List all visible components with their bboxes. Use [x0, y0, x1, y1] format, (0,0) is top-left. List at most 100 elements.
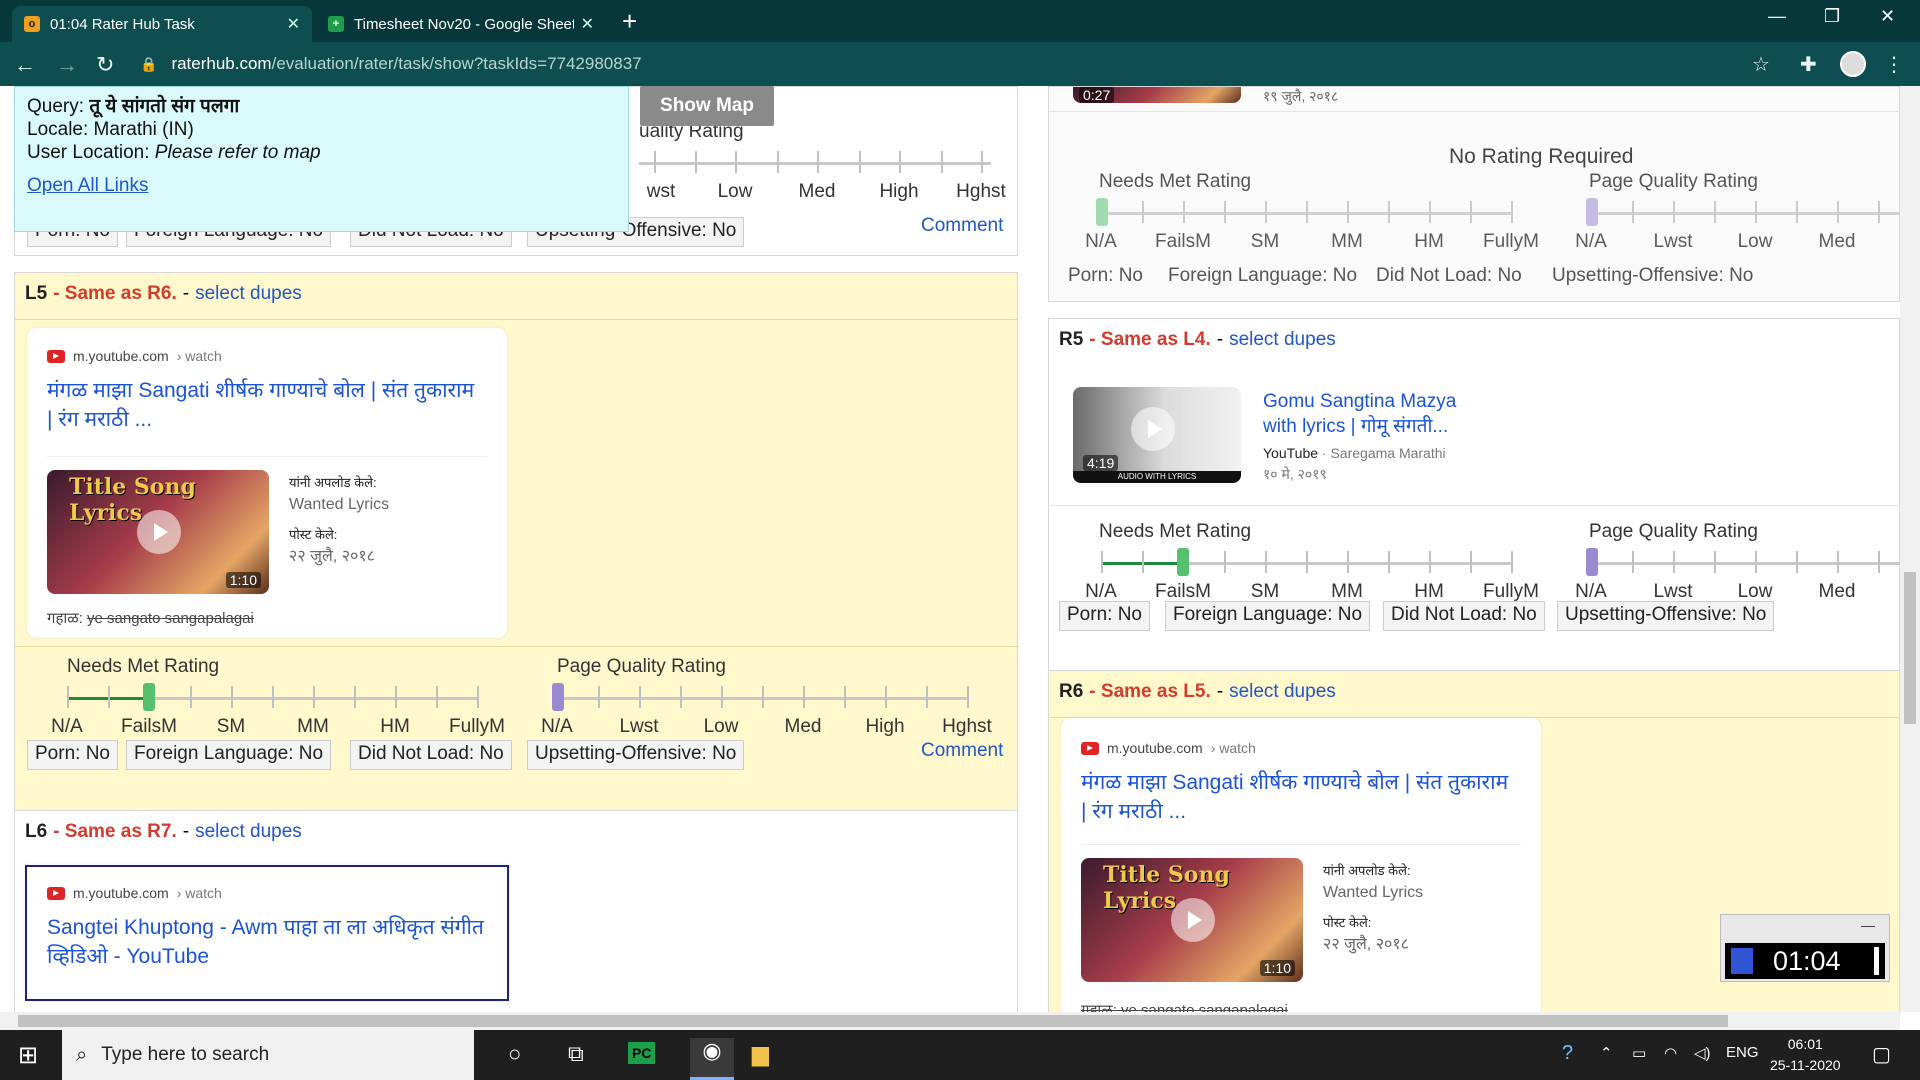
close-tab-icon[interactable]: ✕: [581, 14, 594, 34]
language-indicator[interactable]: ENG: [1726, 1044, 1759, 1061]
file-explorer-icon[interactable]: ▆: [752, 1041, 769, 1067]
reload-icon[interactable]: ↻: [96, 52, 114, 78]
query-info-box: Query: तू ये सांगतो संग पलगा Locale: Mar…: [14, 86, 629, 232]
task-view-icon[interactable]: ⧉: [568, 1041, 584, 1067]
posted-date: १० मे, २०१९: [1263, 466, 1327, 482]
windows-start-icon[interactable]: ⊞: [18, 1041, 38, 1070]
result-title-link[interactable]: Sangtei Khuptong - Awm पाहा ता ला अधिकृत…: [47, 913, 487, 971]
same-as-note: - Same as R6.: [53, 283, 177, 304]
flag-upsetting-offensive[interactable]: Upsetting-Offensive: No: [527, 740, 745, 770]
nm-label: MM: [1331, 231, 1363, 252]
play-icon[interactable]: [1171, 898, 1215, 942]
show-map-button[interactable]: Show Map: [640, 86, 774, 126]
chrome-taskbar-icon[interactable]: ◉: [690, 1038, 734, 1080]
pycharm-icon[interactable]: PC: [628, 1042, 656, 1064]
chrome-menu-icon[interactable]: ⋮: [1884, 52, 1904, 77]
select-dupes-link[interactable]: select dupes: [195, 821, 302, 843]
volume-icon[interactable]: ◁): [1694, 1044, 1711, 1062]
horizontal-scrollbar[interactable]: [0, 1012, 1900, 1030]
flag-foreign-language[interactable]: Foreign Language: No: [1165, 601, 1371, 631]
task-timer[interactable]: — 01:04: [1720, 914, 1890, 982]
close-window-icon[interactable]: ✕: [1880, 6, 1895, 27]
needs-met-scale-L5[interactable]: N/A FailsM SM MM HM FullyM: [51, 672, 505, 737]
result-title-link[interactable]: मंगळ माझा Sangati शीर्षक गाण्याचे बोल | …: [47, 376, 477, 434]
same-as-note: - Same as L5.: [1089, 681, 1211, 702]
nm-label: HM: [380, 716, 410, 737]
video-thumbnail[interactable]: 0:27: [1073, 87, 1241, 103]
needs-met-slider-handle[interactable]: [1177, 548, 1189, 576]
tab-timesheet[interactable]: + Timesheet Nov20 - Google Sheet ✕: [316, 6, 606, 42]
select-dupes-link[interactable]: select dupes: [1229, 681, 1336, 703]
wifi-icon[interactable]: ◠: [1664, 1044, 1677, 1062]
needs-met-scale-R5[interactable]: N/A FailsM SM MM HM FullyM: [1085, 537, 1539, 602]
serp-card-R6: m.youtube.com › watch मंगळ माझा Sangati श…: [1061, 718, 1541, 1012]
source-domain: m.youtube.com: [73, 885, 169, 901]
forward-icon[interactable]: →: [56, 52, 78, 78]
result-title-link[interactable]: मंगळ माझा Sangati शीर्षक गाण्याचे बोल | …: [1081, 768, 1511, 826]
minimize-window-icon[interactable]: —: [1768, 6, 1786, 27]
pq-label: Low: [703, 716, 739, 737]
flag-did-not-load: Did Not Load: No: [1376, 265, 1522, 286]
source-crumb: › watch: [176, 885, 222, 901]
nm-label: FullyM: [1483, 581, 1539, 602]
flag-foreign-language[interactable]: Foreign Language: No: [126, 740, 332, 770]
needs-met-slider-handle[interactable]: [143, 683, 155, 711]
result-title-link[interactable]: Gomu Sangtina Mazya with lyrics | गोमू स…: [1263, 389, 1493, 439]
new-tab-button[interactable]: +: [622, 8, 637, 34]
result-L5-header: L5 - Same as R6. - select dupes: [14, 272, 1018, 320]
url-path: /evaluation/rater/task/show?taskIds=7742…: [271, 54, 642, 73]
comment-link[interactable]: Comment: [921, 215, 1003, 237]
back-icon[interactable]: ←: [14, 52, 36, 78]
system-clock[interactable]: 06:01 25-11-2020: [1770, 1034, 1841, 1076]
scrollbar-thumb[interactable]: [18, 1015, 1728, 1027]
profile-avatar[interactable]: [1840, 51, 1866, 77]
flag-did-not-load[interactable]: Did Not Load: No: [350, 740, 512, 770]
timer-minimize-icon[interactable]: —: [1861, 917, 1875, 933]
channel-source: YouTube: [1263, 445, 1319, 461]
channel-name: · Saregama Marathi: [1321, 445, 1446, 461]
comment-link[interactable]: Comment: [921, 740, 1003, 762]
page-quality-scale-R5[interactable]: N/A Lwst Low Med: [1575, 537, 1901, 602]
close-tab-icon[interactable]: ✕: [287, 14, 300, 34]
page-quality-scale-L5[interactable]: N/A Lwst Low Med High Hghst: [541, 672, 992, 737]
clock-date: 25-11-2020: [1770, 1057, 1841, 1073]
extensions-icon[interactable]: ✚: [1800, 52, 1817, 77]
address-bar[interactable]: 🔒 raterhub.com/evaluation/rater/task/sho…: [140, 48, 1760, 80]
battery-icon[interactable]: ▭: [1632, 1044, 1646, 1062]
video-thumbnail[interactable]: 4:19 AUDIO WITH LYRICS: [1073, 387, 1241, 483]
open-all-links[interactable]: Open All Links: [27, 174, 148, 197]
notifications-icon[interactable]: ▢: [1872, 1042, 1891, 1067]
vertical-scrollbar[interactable]: [1900, 86, 1920, 1012]
play-icon[interactable]: [1131, 407, 1175, 451]
result-id: L6: [25, 821, 48, 842]
play-icon[interactable]: [137, 510, 181, 554]
video-thumbnail[interactable]: Title Song Lyrics 1:10: [47, 470, 269, 594]
scrollbar-thumb[interactable]: [1904, 572, 1916, 724]
nm-label: SM: [1250, 231, 1280, 252]
nm-label: FullyM: [1483, 231, 1539, 252]
missing-terms: गहाळ: ye sangato sangapalagai: [47, 610, 254, 627]
help-icon[interactable]: ?: [1562, 1042, 1573, 1065]
posted-label: पोस्ट केले:: [1323, 915, 1372, 930]
cortana-icon[interactable]: ○: [508, 1041, 521, 1067]
flag-upsetting-offensive[interactable]: Upsetting-Offensive: No: [1557, 601, 1775, 631]
tab-rater-hub[interactable]: o 01:04 Rater Hub Task ✕: [12, 6, 312, 42]
video-thumbnail[interactable]: Title Song Lyrics 1:10: [1081, 858, 1303, 982]
pq-label: N/A: [541, 716, 573, 737]
timer-value: 01:04: [1773, 945, 1841, 976]
tab-label: Timesheet Nov20 - Google Sheet: [354, 15, 574, 33]
flag-porn[interactable]: Porn: No: [27, 740, 118, 770]
tray-chevron-icon[interactable]: ⌃: [1600, 1044, 1613, 1062]
select-dupes-link[interactable]: select dupes: [1229, 329, 1336, 351]
taskbar-search-box[interactable]: ⌕ Type here to search: [62, 1030, 474, 1080]
restore-window-icon[interactable]: ❐: [1824, 6, 1840, 27]
page-quality-slider-handle[interactable]: [1586, 548, 1598, 576]
page-quality-slider-handle[interactable]: [552, 683, 564, 711]
query-label: Query:: [27, 96, 85, 117]
flag-did-not-load[interactable]: Did Not Load: No: [1383, 601, 1545, 631]
pq-label: Low: [717, 181, 753, 202]
flag-porn[interactable]: Porn: No: [1059, 601, 1150, 631]
page-quality-scale-L4[interactable]: wst Low Med High Hghst: [639, 137, 1006, 202]
select-dupes-link[interactable]: select dupes: [195, 283, 302, 305]
bookmark-star-icon[interactable]: ☆: [1752, 52, 1770, 77]
